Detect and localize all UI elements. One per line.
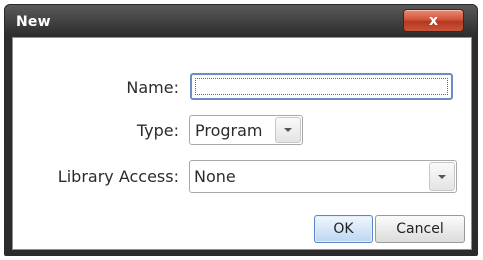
library-access-label: Library Access: xyxy=(57,167,179,186)
name-field[interactable] xyxy=(190,73,453,100)
close-icon: x xyxy=(428,12,439,29)
cancel-button[interactable]: Cancel xyxy=(375,215,465,243)
ok-button[interactable]: OK xyxy=(314,215,373,243)
ok-label: OK xyxy=(333,221,354,237)
library-access-select[interactable]: None xyxy=(189,160,457,193)
type-label: Type: xyxy=(136,121,179,140)
cancel-label: Cancel xyxy=(396,221,444,237)
library-access-value: None xyxy=(194,167,236,186)
name-input[interactable] xyxy=(192,75,451,98)
library-dropdown-button[interactable] xyxy=(429,162,455,191)
dialog-body: Name: Type: Program Library Access: None… xyxy=(12,37,472,250)
type-dropdown-button[interactable] xyxy=(275,117,301,143)
chevron-down-icon xyxy=(284,128,292,132)
type-select[interactable]: Program xyxy=(189,115,303,145)
name-label: Name: xyxy=(126,78,179,97)
dialog-title: New xyxy=(16,14,51,30)
type-value: Program xyxy=(195,120,263,140)
new-dialog: New x Name: Type: Program Library Access… xyxy=(4,4,478,256)
chevron-down-icon xyxy=(438,174,446,179)
close-button[interactable]: x xyxy=(403,9,464,32)
